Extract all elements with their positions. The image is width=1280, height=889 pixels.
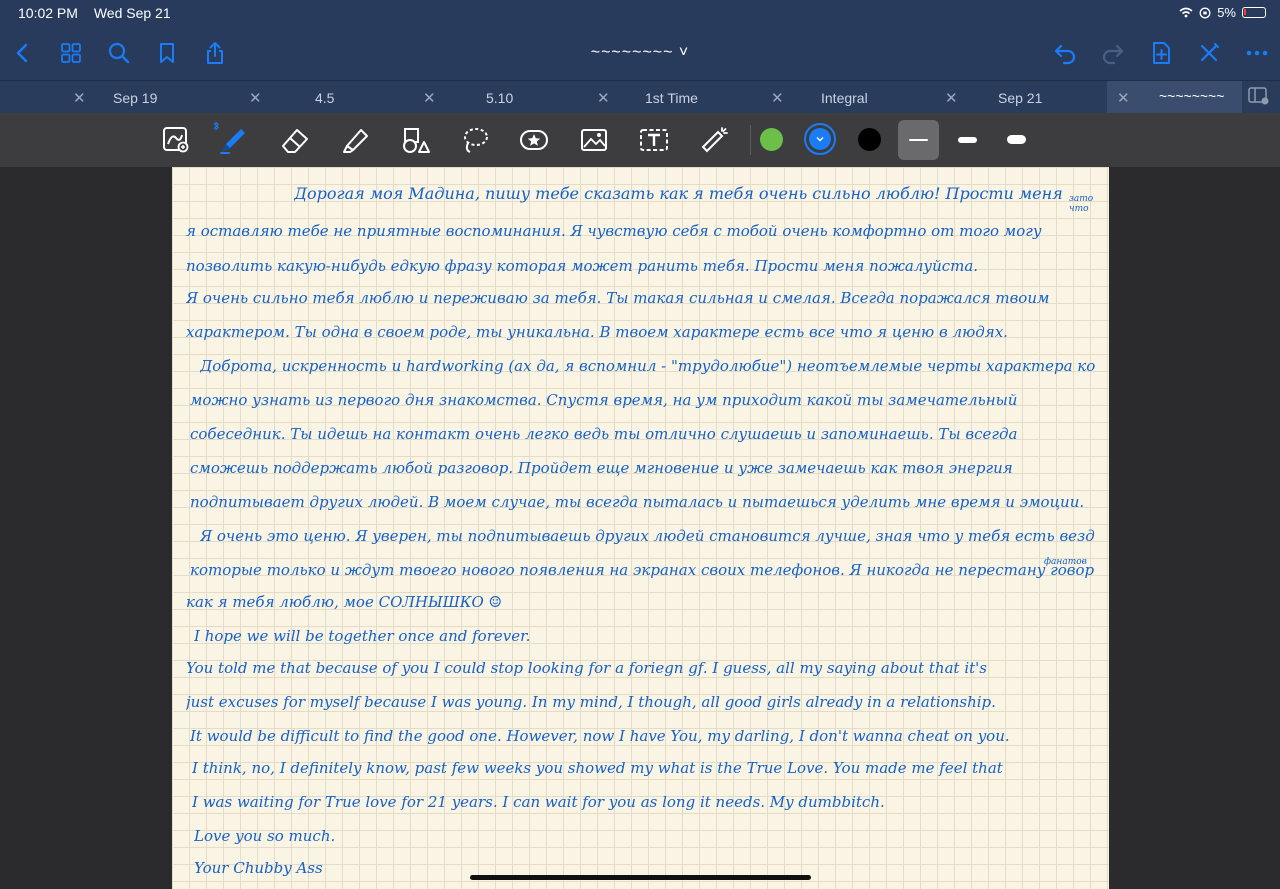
wifi-icon [1179, 7, 1193, 18]
tab-4-5[interactable]: ✕ 4.5 [239, 81, 415, 114]
image-tool-icon[interactable] [575, 121, 613, 159]
tab-label: 4.5 [315, 90, 335, 106]
handwritten-line: Дорогая моя Мадина, пишу тебе сказать ка… [294, 184, 1063, 203]
color-swatch-black[interactable] [858, 128, 881, 151]
tab-label: Integral [821, 90, 868, 106]
add-page-icon[interactable] [1148, 40, 1174, 66]
edit-mode-icon[interactable] [1196, 40, 1222, 66]
handwritten-line: I was waiting for True love for 21 years… [192, 793, 885, 811]
stroke-thick-icon[interactable] [1007, 135, 1026, 144]
color-swatch-blue [809, 128, 831, 150]
handwritten-line: You told me that because of you I could … [186, 659, 987, 677]
handwritten-line: I hope we will be together once and fore… [194, 627, 531, 645]
tab-label: Sep 19 [113, 90, 158, 106]
margin-note: зато что [1069, 194, 1094, 214]
highlighter-tool-icon[interactable] [336, 121, 374, 159]
status-bar-left: 10:02 PM Wed Sep 21 [18, 5, 183, 21]
handwritten-line: сможешь поддержать любой разговор. Пройд… [190, 459, 1013, 477]
status-time: 10:02 PM [18, 5, 78, 21]
tab-close-icon[interactable]: ✕ [945, 89, 958, 107]
status-bar-right: 5% [1179, 5, 1266, 20]
color-swatch-blue-selected[interactable] [804, 123, 836, 155]
split-view-icon[interactable] [1248, 87, 1270, 105]
handwritten-line: как я тебя люблю, мое СОЛНЫШКО ☺ [186, 593, 502, 611]
chevron-down-icon [816, 137, 824, 142]
eraser-tool-icon[interactable] [276, 121, 314, 159]
tab-label: ~~~~~~~~ [1159, 88, 1225, 104]
tab-label: 1st Time [645, 90, 698, 106]
drawing-toolbar [0, 113, 1280, 167]
handwritten-line: я оставляю тебе не приятные воспоминания… [186, 222, 1042, 240]
toolbar-divider [750, 125, 751, 155]
tab-integral[interactable]: ✕ Integral [761, 81, 937, 114]
pen-tool-icon[interactable] [214, 121, 252, 159]
handwritten-line: Love you so much. [194, 827, 336, 845]
tab-bar: ✕ Sep 19 ✕ 4.5 ✕ 5.10 ✕ 1st Time ✕ Integ… [0, 80, 1280, 114]
orientation-lock-icon [1199, 7, 1211, 18]
handwritten-line: можно узнать из первого дня знакомства. … [190, 391, 1018, 409]
top-bar: 10:02 PM Wed Sep 21 5% ~~~~~~~~ ˅ [0, 0, 1280, 80]
tab-5-10[interactable]: ✕ 5.10 [413, 81, 589, 114]
tab-current-document[interactable]: ✕ ~~~~~~~~ [1107, 81, 1242, 114]
tab-label: Sep 21 [998, 90, 1043, 106]
handwritten-line: just excuses for myself because I was yo… [186, 693, 996, 711]
handwritten-line: собеседник. Ты идешь на контакт очень ле… [190, 425, 1018, 443]
tab-close-icon[interactable]: ✕ [423, 89, 436, 107]
color-swatch-green[interactable] [760, 128, 783, 151]
shapes-tool-icon[interactable] [396, 121, 434, 159]
handwritten-line: It would be difficult to find the good o… [190, 727, 1010, 745]
handwritten-line: которые только и ждут твоего нового появ… [190, 561, 1095, 579]
status-date: Wed Sep 21 [93, 5, 171, 21]
laser-pointer-tool-icon[interactable] [695, 121, 733, 159]
battery-percent: 5% [1217, 5, 1236, 20]
document-title[interactable]: ~~~~~~~~ ˅ [0, 44, 1280, 62]
text-tool-icon[interactable] [635, 121, 673, 159]
handwritten-line: характером. Ты одна в своем роде, ты уни… [186, 323, 1008, 341]
handwritten-line: Я очень это ценю. Я уверен, ты подпитыва… [200, 527, 1095, 545]
stroke-medium-icon[interactable] [958, 137, 977, 143]
lasso-zoom-icon[interactable] [157, 121, 195, 159]
tab-label: 5.10 [486, 90, 514, 106]
handwritten-line: Я очень сильно тебя люблю и переживаю за… [186, 289, 1050, 307]
tab-close-icon[interactable]: ✕ [73, 89, 86, 107]
handwritten-line: подпитывает других людей. В моем случае,… [190, 493, 1085, 511]
handwritten-line: I think, no, I definitely know, past few… [192, 759, 1003, 777]
stroke-thin-icon [909, 139, 928, 141]
tab-close-icon[interactable]: ✕ [1117, 89, 1130, 107]
more-options-icon[interactable] [1244, 40, 1270, 66]
tab-close-icon[interactable]: ✕ [249, 89, 262, 107]
sticker-tool-icon[interactable] [515, 121, 553, 159]
tab-1st-time[interactable]: ✕ 1st Time [587, 81, 763, 114]
tab-sep-19[interactable]: ✕ Sep 19 [63, 81, 239, 114]
home-indicator[interactable] [470, 875, 811, 880]
lasso-tool-icon[interactable] [456, 121, 494, 159]
handwritten-line: Доброта, искренность и hardworking (ах д… [200, 357, 1095, 375]
tab-close-icon[interactable]: ✕ [597, 89, 610, 107]
handwritten-line: позволить какую-нибудь едкую фразу котор… [186, 257, 979, 275]
notebook-page[interactable]: Дорогая моя Мадина, пишу тебе сказать ка… [172, 167, 1109, 889]
undo-icon[interactable] [1052, 40, 1078, 66]
battery-icon [1242, 7, 1266, 18]
tab-close-icon[interactable]: ✕ [771, 89, 784, 107]
tab-sep-21[interactable]: ✕ Sep 21 [935, 81, 1111, 114]
redo-icon[interactable] [1100, 40, 1126, 66]
